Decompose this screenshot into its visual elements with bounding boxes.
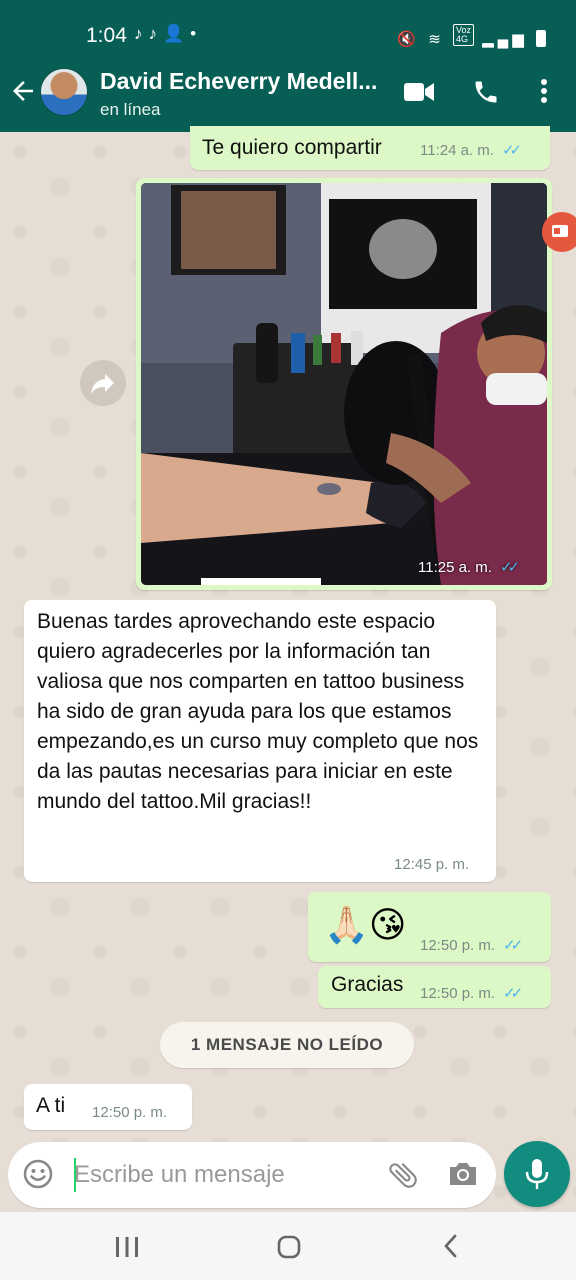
notification-icons: ♪♪👤• — [134, 24, 202, 44]
home-icon[interactable] — [276, 1234, 302, 1260]
wifi-icon: ≋ — [428, 31, 445, 48]
message-meta: 12:50 p. m. ✓✓ — [420, 936, 523, 954]
read-ticks-icon: ✓✓ — [501, 142, 522, 159]
contact-status: en línea — [100, 100, 161, 119]
emoji-message: 🙏🏻😘 — [324, 904, 407, 945]
message-outgoing[interactable]: 🙏🏻😘 12:50 p. m. ✓✓ — [308, 892, 551, 962]
tattoo-photo[interactable] — [141, 183, 547, 585]
forward-icon — [91, 374, 114, 394]
tiktok-icon: ♪ — [148, 24, 163, 43]
message-composer — [8, 1142, 496, 1208]
message-outgoing[interactable]: Gracias 12:50 p. m. ✓✓ — [318, 966, 551, 1008]
message-meta: 11:24 a. m. ✓✓ — [420, 141, 522, 159]
read-ticks-icon: ✓✓ — [503, 985, 523, 1002]
unread-divider: 1 MENSAJE NO LEÍDO — [160, 1022, 414, 1068]
back-arrow-icon[interactable] — [8, 76, 38, 106]
message-input[interactable] — [74, 1156, 374, 1194]
recent-apps-icon[interactable] — [110, 1234, 144, 1260]
chat-header: David Echeverry Medell... en línea — [0, 54, 576, 132]
notification-dot-icon: • — [190, 24, 203, 43]
contact-request-icon: 👤 — [163, 24, 191, 43]
signal-icon: ▂▄▆ — [482, 31, 528, 48]
contact-avatar[interactable] — [40, 68, 88, 116]
mic-button[interactable] — [504, 1141, 570, 1207]
message-time: 12:45 p. m. — [394, 856, 470, 873]
camera-icon[interactable] — [446, 1158, 480, 1190]
message-incoming[interactable]: Buenas tardes aprovechando este espacio … — [24, 600, 496, 882]
back-icon[interactable] — [438, 1232, 464, 1260]
message-time: 12:50 p. m. — [420, 985, 496, 1002]
more-options-icon[interactable] — [534, 76, 554, 106]
message-text: Te quiero compartir — [202, 136, 382, 159]
message-meta: 12:50 p. m. ✓✓ — [420, 984, 523, 1002]
android-nav-bar — [0, 1212, 576, 1280]
voice-call-icon[interactable] — [472, 78, 500, 106]
mute-icon: 🔇 — [397, 31, 421, 48]
message-image[interactable]: 11:25 a. m. ✓✓ — [136, 178, 552, 590]
message-text: A ti — [36, 1094, 66, 1117]
read-ticks-icon: ✓✓ — [499, 559, 520, 576]
forward-button[interactable] — [80, 360, 126, 406]
battery-icon — [536, 30, 546, 47]
system-icons: 🔇 ≋ Voz 4G ▂▄▆ — [397, 24, 546, 48]
message-time: 12:50 p. m. — [420, 937, 496, 954]
floating-bubble-icon[interactable] — [542, 212, 576, 252]
volte-4g-icon: Voz 4G — [452, 24, 474, 46]
tiktok-icon: ♪ — [134, 24, 149, 43]
message-time: 11:25 a. m. — [418, 559, 492, 576]
message-text: Gracias — [331, 973, 404, 996]
emoji-icon[interactable] — [22, 1158, 54, 1190]
message-meta: 11:25 a. m. ✓✓ — [418, 558, 520, 576]
message-incoming[interactable]: A ti 12:50 p. m. — [24, 1084, 192, 1130]
attach-icon[interactable] — [386, 1158, 420, 1192]
mic-icon — [525, 1159, 549, 1189]
text-cursor — [74, 1158, 76, 1192]
message-text: Buenas tardes aprovechando este espacio … — [37, 610, 479, 813]
read-ticks-icon: ✓✓ — [503, 937, 523, 954]
message-outgoing[interactable]: Te quiero compartir 11:24 a. m. ✓✓ — [190, 126, 550, 170]
message-time: 12:50 p. m. — [92, 1104, 168, 1121]
tattoo-photo-scene — [141, 183, 547, 585]
contact-name[interactable]: David Echeverry Medell... — [100, 68, 377, 95]
status-time: 1:04 — [86, 24, 127, 47]
video-call-icon[interactable] — [402, 79, 436, 105]
message-time: 11:24 a. m. — [420, 142, 494, 159]
